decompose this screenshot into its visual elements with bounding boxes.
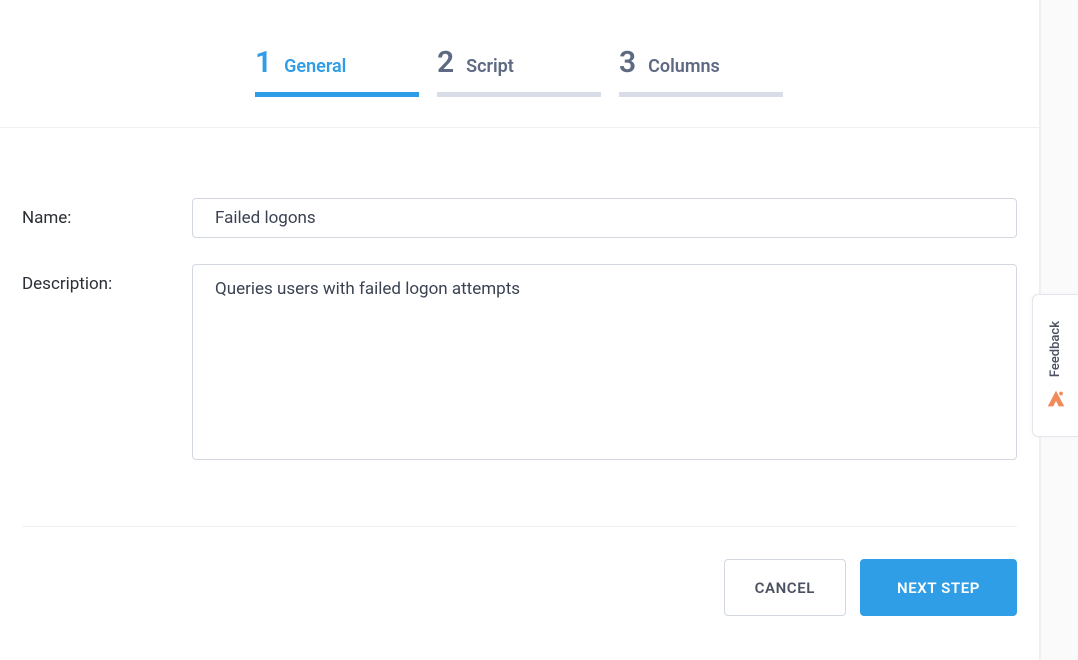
feedback-logo-icon (1045, 388, 1067, 410)
page-container: 1 General 2 Script 3 Columns Name: Des (0, 0, 1040, 660)
step-columns[interactable]: 3 Columns (619, 48, 783, 97)
step-label: Script (466, 56, 514, 77)
feedback-tab[interactable]: Feedback (1032, 294, 1078, 437)
step-number: 3 (619, 48, 636, 78)
step-label: General (284, 56, 346, 77)
footer-actions: CANCEL NEXT STEP (0, 527, 1039, 616)
step-number: 1 (255, 48, 272, 78)
step-number: 2 (437, 48, 454, 78)
form-area: Name: Description: (0, 128, 1039, 526)
stepper: 1 General 2 Script 3 Columns (0, 0, 1039, 128)
description-input[interactable] (192, 264, 1017, 460)
step-underline (619, 92, 783, 97)
form-row-name: Name: (22, 198, 1017, 238)
name-input[interactable] (192, 198, 1017, 238)
step-general[interactable]: 1 General (255, 48, 419, 97)
step-label: Columns (648, 56, 720, 77)
next-step-button[interactable]: NEXT STEP (860, 559, 1017, 616)
step-underline (255, 92, 419, 97)
name-label: Name: (22, 198, 192, 228)
form-row-description: Description: (22, 264, 1017, 460)
description-label: Description: (22, 264, 192, 294)
cancel-button[interactable]: CANCEL (724, 559, 846, 616)
step-script[interactable]: 2 Script (437, 48, 601, 97)
feedback-label: Feedback (1048, 321, 1063, 377)
step-underline (437, 92, 601, 97)
